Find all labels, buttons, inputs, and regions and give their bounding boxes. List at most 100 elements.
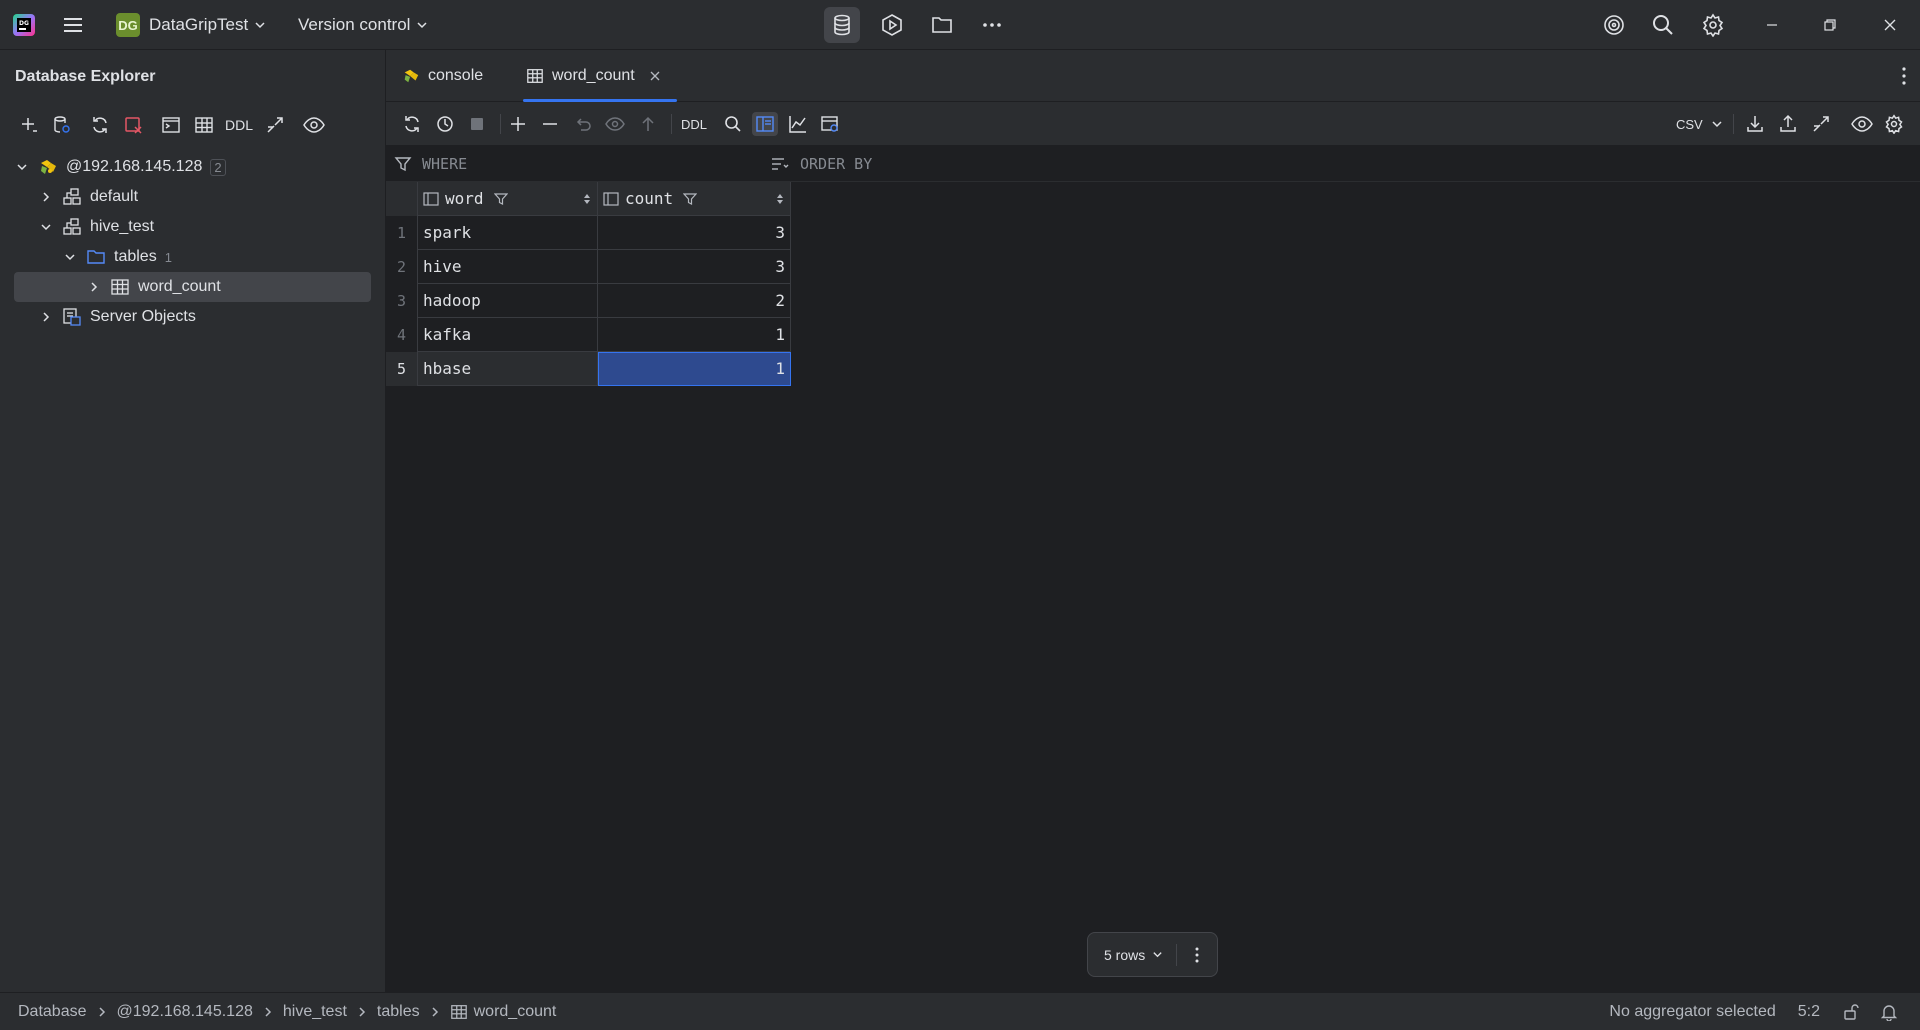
ddl-button[interactable]: DDL	[220, 112, 258, 138]
chevron-right-icon[interactable]	[38, 311, 54, 323]
project-selector[interactable]: DG DataGripTest	[116, 0, 266, 50]
value-viewer-icon[interactable]	[752, 112, 778, 136]
cell-count-selected[interactable]: 1	[598, 352, 791, 386]
tab-options-icon[interactable]	[1894, 64, 1914, 88]
more-options-icon[interactable]	[1177, 945, 1217, 965]
where-input[interactable]: WHERE	[422, 155, 467, 173]
table-icon[interactable]	[187, 112, 220, 138]
history-icon[interactable]	[432, 112, 458, 136]
more-tools-button[interactable]	[974, 7, 1010, 43]
close-icon	[1884, 19, 1896, 31]
explorer-toolbar: DDL	[12, 112, 330, 138]
chevron-down-icon	[417, 22, 427, 29]
column-header-count[interactable]: count	[598, 182, 791, 216]
cell-word[interactable]: hadoop	[418, 284, 598, 318]
tree-item-default[interactable]: default	[14, 182, 138, 212]
filter-icon	[493, 192, 508, 205]
database-tool-button[interactable]	[824, 7, 860, 43]
search-icon[interactable]	[720, 112, 746, 136]
tree-item-hive-test[interactable]: hive_test	[14, 212, 154, 242]
main-menu-icon[interactable]	[61, 0, 85, 50]
breadcrumb-item[interactable]: tables	[377, 1003, 420, 1021]
preview-changes-icon[interactable]	[602, 112, 628, 136]
chevron-right-icon	[97, 1006, 107, 1018]
console-icon[interactable]	[154, 112, 187, 138]
services-button[interactable]	[874, 7, 910, 43]
chevron-down-icon[interactable]	[14, 161, 30, 173]
breadcrumb-item[interactable]: word_count	[474, 1003, 557, 1021]
cell-count[interactable]: 3	[598, 216, 791, 250]
export-format-dropdown[interactable]: CSV	[1676, 112, 1723, 136]
delete-row-icon[interactable]	[537, 112, 563, 136]
disconnect-icon[interactable]	[116, 112, 149, 138]
breadcrumb-item[interactable]: hive_test	[283, 1003, 347, 1021]
version-control-menu[interactable]: Version control	[298, 0, 428, 50]
cell-count[interactable]: 2	[598, 284, 791, 318]
search-button[interactable]	[1651, 0, 1675, 50]
datagrip-logo-icon[interactable]: DG	[12, 0, 36, 50]
table-icon	[450, 1004, 467, 1019]
edit-data-icon[interactable]	[817, 112, 843, 136]
data-source-properties-icon[interactable]	[45, 112, 78, 138]
svg-text:DG: DG	[19, 20, 29, 27]
breadcrumb-item[interactable]: @192.168.145.128	[117, 1003, 253, 1021]
column-header-word[interactable]: word	[418, 182, 598, 216]
chevron-down-icon[interactable]	[62, 251, 78, 263]
cell-word[interactable]: hive	[418, 250, 598, 284]
files-button[interactable]	[924, 7, 960, 43]
upload-icon[interactable]	[1775, 112, 1801, 136]
restore-button[interactable]	[1820, 0, 1840, 50]
table-row[interactable]: 3 hadoop 2	[386, 284, 791, 318]
unlock-icon[interactable]	[1842, 1003, 1860, 1021]
jump-to-source-icon[interactable]	[258, 112, 291, 138]
chevron-down-icon[interactable]	[38, 221, 54, 233]
add-icon[interactable]	[12, 112, 45, 138]
aggregator-status[interactable]: No aggregator selected	[1609, 1003, 1775, 1021]
chart-icon[interactable]	[785, 112, 811, 136]
tree-item-word-count[interactable]: word_count	[14, 272, 371, 302]
breadcrumb-item[interactable]: Database	[18, 1003, 87, 1021]
tree-item-host[interactable]: @192.168.145.128 2	[14, 152, 226, 182]
project-badge: DG	[116, 13, 140, 37]
cell-count[interactable]: 1	[598, 318, 791, 352]
notifications-bell-icon[interactable]	[1880, 1003, 1898, 1021]
tree-item-tables[interactable]: tables 1	[14, 242, 172, 272]
chevron-right-icon	[430, 1006, 440, 1018]
schema-icon	[62, 187, 82, 207]
tab-word-count[interactable]: word_count	[523, 50, 677, 102]
view-options-eye-icon[interactable]	[297, 112, 330, 138]
table-icon	[110, 277, 130, 297]
export-format-label: CSV	[1676, 116, 1703, 132]
table-row[interactable]: 1 spark 3	[386, 216, 791, 250]
download-icon[interactable]	[1742, 112, 1768, 136]
close-window-button[interactable]	[1880, 0, 1900, 50]
tree-item-server-objects[interactable]: Server Objects	[14, 302, 196, 332]
ddl-toolbar-button[interactable]: DDL	[676, 112, 712, 136]
gear-icon[interactable]	[1881, 112, 1907, 136]
tab-console[interactable]: console	[402, 50, 512, 102]
stop-icon[interactable]	[464, 112, 490, 136]
ai-assistant-button[interactable]	[1602, 0, 1626, 50]
cell-count[interactable]: 3	[598, 250, 791, 284]
status-bar: Database @192.168.145.128 hive_test tabl…	[0, 992, 1920, 1030]
cell-word[interactable]: kafka	[418, 318, 598, 352]
chevron-right-icon[interactable]	[86, 281, 102, 293]
revert-icon[interactable]	[570, 112, 596, 136]
caret-position[interactable]: 5:2	[1798, 1003, 1820, 1021]
table-row[interactable]: 4 kafka 1	[386, 318, 791, 352]
cell-word[interactable]: hbase	[418, 352, 598, 386]
chevron-right-icon[interactable]	[38, 191, 54, 203]
order-by-input[interactable]: ORDER BY	[800, 155, 872, 173]
settings-button[interactable]	[1701, 0, 1725, 50]
minimize-button[interactable]	[1762, 0, 1782, 50]
submit-icon[interactable]	[635, 112, 661, 136]
rows-count-dropdown[interactable]: 5 rows	[1088, 947, 1176, 963]
table-row-selected[interactable]: 5 hbase 1	[386, 352, 791, 386]
jump-to-source-icon[interactable]	[1808, 112, 1834, 136]
reload-icon[interactable]	[399, 112, 425, 136]
add-row-icon[interactable]	[505, 112, 531, 136]
refresh-icon[interactable]	[83, 112, 116, 138]
cell-word[interactable]: spark	[418, 216, 598, 250]
view-options-eye-icon[interactable]	[1849, 112, 1875, 136]
table-row[interactable]: 2 hive 3	[386, 250, 791, 284]
